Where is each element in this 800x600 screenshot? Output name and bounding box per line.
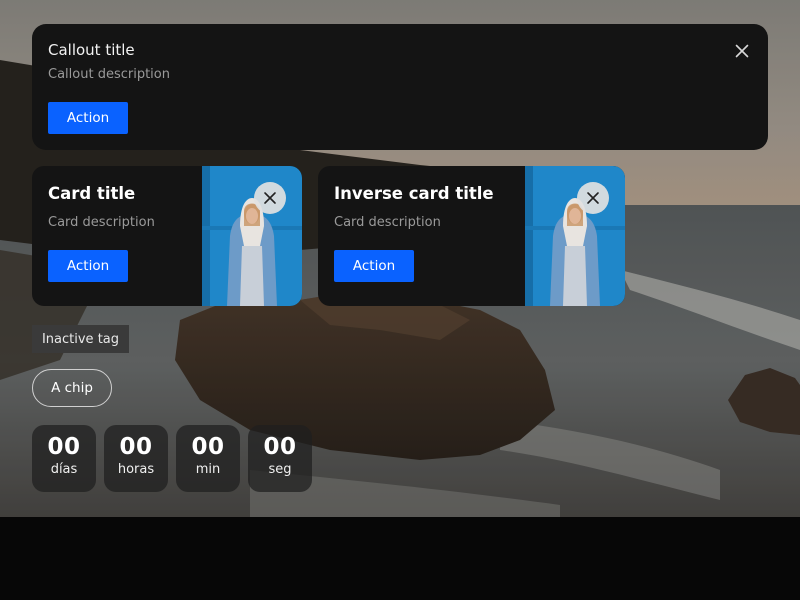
close-icon[interactable] xyxy=(254,182,286,214)
callout: Callout title Callout description Action xyxy=(32,24,768,150)
countdown-seconds: 00 seg xyxy=(248,425,312,492)
countdown-unit: días xyxy=(50,462,78,477)
callout-action-button[interactable]: Action xyxy=(48,102,128,134)
card-action-button[interactable]: Action xyxy=(334,250,414,282)
countdown-days: 00 días xyxy=(32,425,96,492)
card-title: Card title xyxy=(48,184,136,203)
countdown-hours: 00 horas xyxy=(104,425,168,492)
card-title: Inverse card title xyxy=(334,184,494,203)
card-description: Card description xyxy=(48,215,155,230)
countdown-unit: horas xyxy=(117,462,155,477)
countdown-unit: min xyxy=(195,462,221,477)
close-icon[interactable] xyxy=(577,182,609,214)
countdown-value: 00 xyxy=(47,434,81,460)
countdown-value: 00 xyxy=(119,434,153,460)
chip[interactable]: A chip xyxy=(32,369,112,407)
countdown-value: 00 xyxy=(263,434,297,460)
countdown-minutes: 00 min xyxy=(176,425,240,492)
close-icon[interactable] xyxy=(734,43,750,59)
callout-description: Callout description xyxy=(48,67,170,82)
card-image xyxy=(202,166,302,306)
inverse-card: Inverse card title Card description Acti… xyxy=(318,166,625,306)
card-image xyxy=(525,166,625,306)
card: Card title Card description Action xyxy=(32,166,302,306)
card-action-button[interactable]: Action xyxy=(48,250,128,282)
card-description: Card description xyxy=(334,215,441,230)
inactive-tag: Inactive tag xyxy=(32,325,129,353)
countdown-unit: seg xyxy=(268,462,292,477)
callout-title: Callout title xyxy=(48,41,135,59)
countdown-value: 00 xyxy=(191,434,225,460)
